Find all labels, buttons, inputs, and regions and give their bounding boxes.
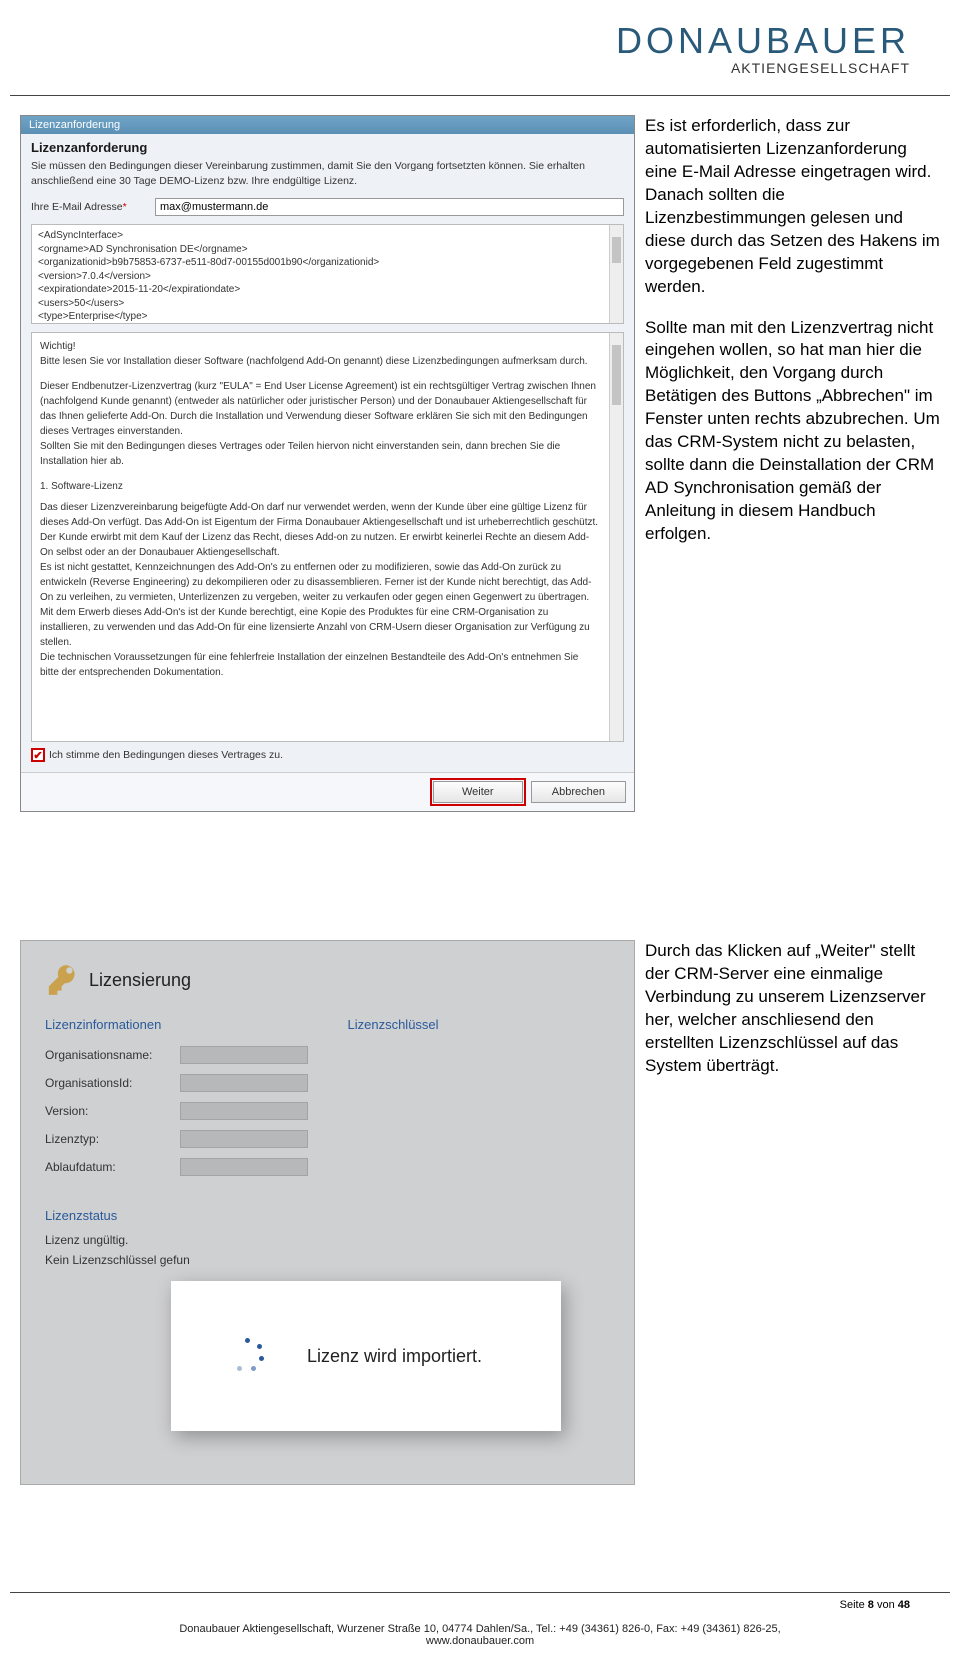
agree-label: Ich stimme den Bedingungen dieses Vertra… (49, 749, 283, 761)
page-count: Seite 8 von 48 (840, 1599, 910, 1611)
eula-scrollbar[interactable] (609, 333, 623, 741)
footer-text: Donaubauer Aktiengesellschaft, Wurzener … (20, 1623, 940, 1647)
status-text-1: Lizenz ungültig. (45, 1233, 610, 1247)
col2-head: Lizenzschlüssel (348, 1017, 611, 1032)
label-expiry: Ablaufdatum: (45, 1160, 180, 1174)
status-head: Lizenzstatus (45, 1208, 610, 1223)
section-licensing: Lizensierung Lizenzinformationen Organis… (20, 940, 940, 1485)
continue-button[interactable]: Weiter (433, 781, 523, 803)
agree-checkbox[interactable]: ✔ (31, 748, 45, 762)
status-text-2: Kein Lizenzschlüssel gefun (45, 1253, 610, 1267)
input-lictype[interactable] (180, 1130, 308, 1148)
agree-row: ✔ Ich stimme den Bedingungen dieses Vert… (31, 748, 624, 762)
brand-name: DONAUBAUER (616, 20, 910, 62)
licensing-title: Lizensierung (89, 970, 191, 991)
eula-textbox: Wichtig! Bitte lesen Sie vor Installatio… (31, 332, 624, 742)
col1-head: Lizenzinformationen (45, 1017, 308, 1032)
license-request-dialog: Lizenzanforderung Lizenzanforderung Sie … (20, 115, 635, 812)
cancel-button[interactable]: Abbrechen (531, 781, 626, 803)
dialog-heading: Lizenzanforderung (31, 140, 624, 155)
modal-text: Lizenz wird importiert. (307, 1346, 482, 1367)
footer-rule (10, 1592, 950, 1593)
import-modal: Lizenz wird importiert. (171, 1281, 561, 1431)
email-label: Ihre E-Mail Adresse* (31, 201, 149, 213)
brand-sub: AKTIENGESELLSCHAFT (616, 60, 910, 76)
xml-scrollbar[interactable] (609, 225, 623, 323)
dialog-titlebar: Lizenzanforderung (21, 116, 634, 134)
dialog-button-row: Weiter Abbrechen (21, 772, 634, 811)
side-text-2: Durch das Klicken auf „Weiter" stellt de… (645, 940, 940, 1485)
side-text-1: Es ist erforderlich, dass zur automatisi… (645, 115, 940, 812)
email-input[interactable] (155, 198, 624, 216)
label-lictype: Lizenztyp: (45, 1132, 180, 1146)
spinner-icon (229, 1338, 265, 1374)
input-orgid[interactable] (180, 1074, 308, 1092)
email-row: Ihre E-Mail Adresse* (31, 198, 624, 216)
label-orgname: Organisationsname: (45, 1048, 180, 1062)
licensing-panel: Lizensierung Lizenzinformationen Organis… (20, 940, 635, 1485)
label-version: Version: (45, 1104, 180, 1118)
dialog-description: Sie müssen den Bedingungen dieser Verein… (31, 159, 624, 188)
input-version[interactable] (180, 1102, 308, 1120)
xml-config-box: <AdSyncInterface> <orgname>AD Synchronis… (31, 224, 624, 324)
label-orgid: OrganisationsId: (45, 1076, 180, 1090)
key-icon (45, 963, 79, 997)
brand-header: DONAUBAUER AKTIENGESELLSCHAFT (616, 20, 910, 76)
input-expiry[interactable] (180, 1158, 308, 1176)
header-rule (10, 95, 950, 96)
input-orgname[interactable] (180, 1046, 308, 1064)
section-license-request: Lizenzanforderung Lizenzanforderung Sie … (20, 115, 940, 812)
